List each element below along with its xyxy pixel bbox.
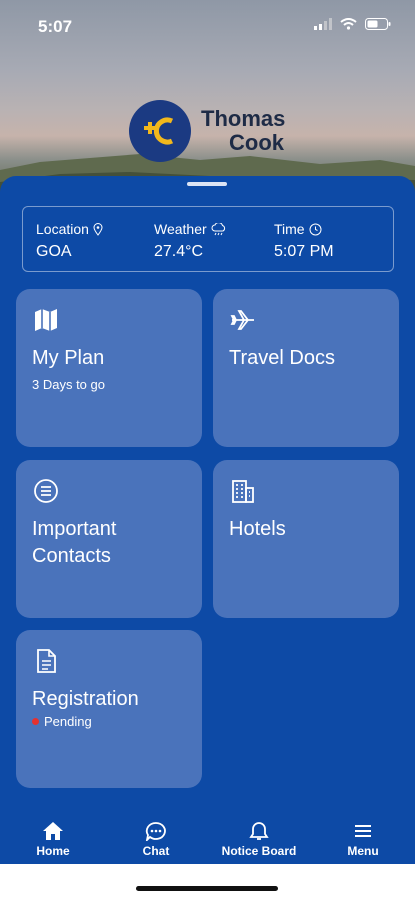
location-value: GOA bbox=[36, 243, 72, 260]
time-label: Time bbox=[274, 221, 305, 237]
pending-status-dot bbox=[32, 718, 39, 725]
logo-mark-icon bbox=[129, 100, 191, 162]
clock-icon bbox=[309, 223, 322, 235]
weather-label: Weather bbox=[154, 221, 207, 237]
registration-title: Registration bbox=[32, 688, 139, 710]
nav-notice-board[interactable]: Notice Board bbox=[214, 818, 304, 858]
important-contacts-line1: Important bbox=[32, 518, 117, 540]
logo-text-line1: Thomas bbox=[201, 106, 286, 131]
logo-wordmark: Thomas Cook bbox=[201, 107, 285, 155]
status-bar: 5:07 bbox=[0, 0, 415, 52]
travel-docs-title: Travel Docs bbox=[229, 347, 335, 369]
my-plan-title: My Plan bbox=[32, 347, 105, 369]
menu-icon bbox=[355, 825, 371, 837]
registration-status-text: Pending bbox=[44, 714, 92, 729]
my-plan-subtitle: 3 Days to go bbox=[32, 377, 105, 392]
registration-status: Pending bbox=[32, 714, 92, 729]
list-icon bbox=[34, 479, 58, 503]
thomas-cook-logo: Thomas Cook bbox=[129, 100, 285, 162]
airplane-icon bbox=[230, 310, 254, 330]
nav-chat[interactable]: Chat bbox=[135, 818, 177, 858]
document-icon bbox=[37, 649, 56, 673]
battery-icon bbox=[365, 18, 391, 30]
location-label: Location bbox=[36, 221, 89, 237]
home-icon bbox=[43, 822, 63, 840]
nav-notice-board-label: Notice Board bbox=[221, 844, 297, 858]
weather-value: 27.4°C bbox=[154, 243, 204, 260]
home-indicator[interactable] bbox=[136, 886, 278, 891]
main-sheet: Location GOA Weather 27.4°C Time 5:07 PM… bbox=[0, 176, 415, 866]
signal-icon bbox=[314, 18, 332, 30]
nav-menu[interactable]: Menu bbox=[343, 818, 383, 858]
home-indicator-area bbox=[0, 864, 415, 900]
status-time: 5:07 bbox=[38, 17, 73, 36]
registration-card[interactable]: Registration Pending bbox=[16, 630, 202, 788]
important-contacts-title: Important Contacts bbox=[32, 516, 116, 570]
weather-info: Weather 27.4°C bbox=[154, 221, 227, 261]
bell-icon bbox=[249, 822, 269, 840]
cloud-rain-icon bbox=[211, 222, 225, 235]
hotels-card[interactable]: Hotels bbox=[213, 460, 399, 618]
nav-menu-label: Menu bbox=[347, 844, 379, 858]
location-pin-icon bbox=[93, 222, 103, 236]
my-plan-card[interactable]: My Plan 3 Days to go bbox=[16, 289, 202, 447]
nav-chat-label: Chat bbox=[142, 844, 170, 858]
important-contacts-card[interactable]: Important Contacts bbox=[16, 460, 202, 618]
building-icon bbox=[232, 480, 254, 503]
time-value: 5:07 PM bbox=[274, 243, 334, 260]
chat-icon bbox=[145, 822, 166, 841]
important-contacts-line2: Contacts bbox=[32, 545, 111, 567]
nav-home[interactable]: Home bbox=[33, 818, 73, 858]
location-info: Location GOA bbox=[36, 221, 103, 261]
bottom-nav: Home Chat Notice Board Menu bbox=[0, 808, 415, 864]
hotels-title: Hotels bbox=[229, 518, 286, 540]
trip-info-panel: Location GOA Weather 27.4°C Time 5:07 PM bbox=[22, 206, 394, 272]
logo-text-line2: Cook bbox=[229, 130, 284, 155]
wifi-icon bbox=[340, 18, 357, 30]
nav-home-label: Home bbox=[36, 844, 70, 858]
drag-handle[interactable] bbox=[187, 182, 227, 186]
travel-docs-card[interactable]: Travel Docs bbox=[213, 289, 399, 447]
time-info: Time 5:07 PM bbox=[274, 221, 334, 261]
map-icon bbox=[35, 309, 57, 331]
